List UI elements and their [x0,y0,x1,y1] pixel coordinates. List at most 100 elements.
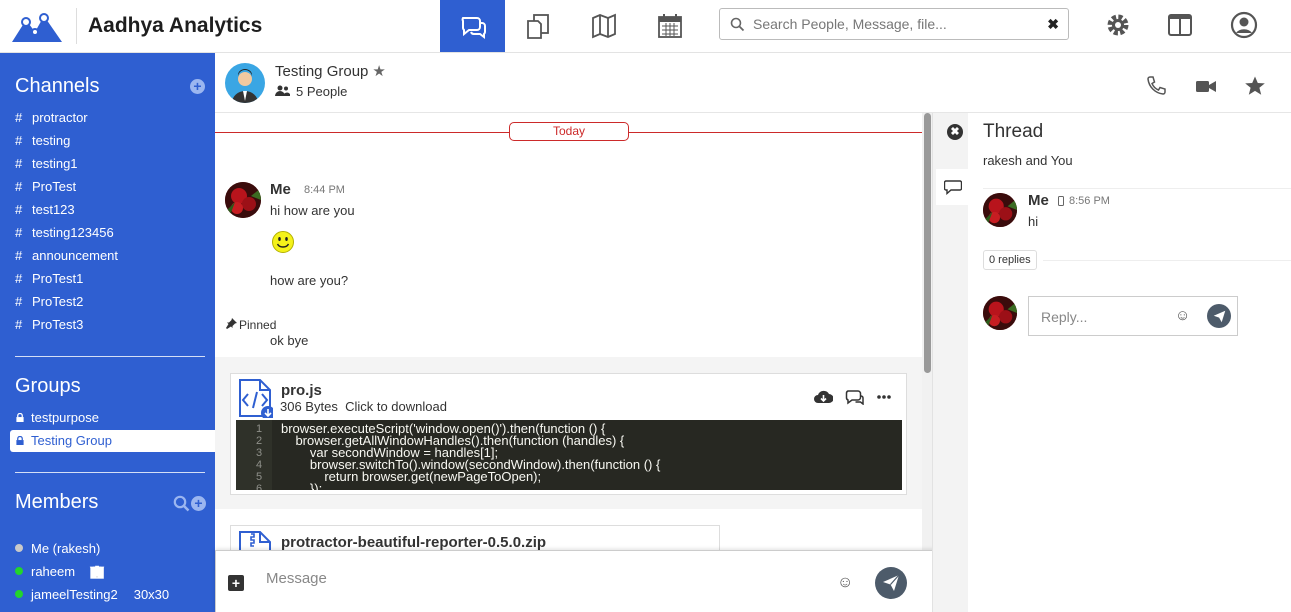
app-logo[interactable] [8,8,66,44]
channel-item[interactable]: # testing1 [15,154,78,174]
sender-avatar[interactable] [225,182,261,218]
thread-panel: Thread rakesh and You Me 8:56 PM hi 0 re… [968,113,1291,612]
search-icon [730,17,745,32]
code-file-icon [239,379,273,418]
user-profile-button[interactable] [1229,10,1259,40]
channel-label: protractor [32,110,88,125]
favorite-star-icon[interactable] [1244,75,1266,97]
emoji-icon[interactable]: ☺ [837,574,853,592]
close-panel-icon[interactable]: ✖ [947,124,963,140]
thread-sender-avatar[interactable] [983,193,1017,227]
replies-count[interactable]: 0 replies [983,250,1037,270]
file-name[interactable]: protractor-beautiful-reporter-0.5.0.zip [281,534,546,550]
hash-icon: # [15,271,23,286]
member-item[interactable]: jameelTesting2 30x30 [15,584,169,606]
channel-label: ProTest2 [32,294,84,309]
chat-bubble-icon [944,180,962,195]
reply-user-avatar [983,296,1017,330]
group-name: Testing Group ★ [275,62,386,80]
channel-label: testing [32,133,71,148]
hash-icon: # [15,133,23,148]
reply-send-button[interactable] [1207,304,1231,328]
presence-dot [15,590,23,598]
nav-files-button[interactable] [505,0,570,52]
user-icon [1230,11,1258,39]
message-list: Today Me 8:44 PM hi how are you how are … [215,113,932,550]
channel-item[interactable]: # protractor [15,108,88,128]
group-item[interactable]: testpurpose [0,407,215,429]
code-preview: 1 browser.executeScript('window.open()').… [236,420,902,490]
channel-item[interactable]: # testing123456 [15,223,114,243]
message-input[interactable] [266,567,826,589]
add-channel-icon[interactable]: + [190,79,205,94]
channel-item[interactable]: # announcement [15,246,118,266]
send-button[interactable] [875,567,907,599]
code-line-number: 4 [256,459,263,471]
presence-dot [15,544,23,552]
nav-calendar-button[interactable] [637,0,702,52]
paper-plane-icon [883,574,900,591]
nav-maps-button[interactable] [571,0,636,52]
file-card[interactable]: pro.js 306 Bytes Click to download 1 bro… [230,373,907,495]
member-item[interactable]: Me (rakesh) [15,538,100,560]
message-text: how are you? [270,273,349,288]
lock-icon [16,436,24,445]
sender-name: Me [270,181,291,198]
code-line-number: 2 [256,435,263,447]
scrollbar-thumb[interactable] [924,113,931,373]
member-item[interactable]: raheem 🏢 [15,561,105,583]
sidebar-divider [15,356,205,357]
add-member-icon[interactable]: + [191,496,206,511]
rose-avatar-image [983,193,1017,227]
thread-tab[interactable] [936,169,970,205]
thread-message-text: hi [1028,214,1039,229]
channel-item[interactable]: # ProTest3 [15,315,83,335]
hash-icon: # [15,156,23,171]
group-label: testpurpose [31,410,99,425]
code-line-number: 3 [256,447,263,459]
download-link[interactable]: Click to download [345,399,447,414]
group-item[interactable]: Testing Group [10,430,215,452]
channel-item[interactable]: # ProTest [15,177,76,197]
attach-button[interactable]: + [228,575,244,591]
channel-item[interactable]: # testing [15,131,70,151]
file-card[interactable]: protractor-beautiful-reporter-0.5.0.zip [230,525,720,550]
app-title: Aadhya Analytics [88,14,263,37]
reply-thread-icon[interactable] [845,389,864,405]
channel-label: announcement [32,248,119,263]
star-icon[interactable]: ★ [372,63,385,80]
layout-toggle-button[interactable] [1165,10,1195,40]
nav-chat-button[interactable] [440,0,505,52]
search-members-icon[interactable] [173,495,190,512]
settings-button[interactable] [1103,10,1133,40]
channel-item[interactable]: # test123 [15,200,75,220]
emoji-icon[interactable]: ☺ [1175,307,1190,324]
phone-icon[interactable] [1145,75,1167,97]
channel-label: testing123456 [32,225,114,240]
channel-item[interactable]: # ProTest1 [15,269,83,289]
code-line-number: 6 [256,483,263,490]
broken-image-placeholder: 30x30 [133,587,170,602]
thread-divider [1043,260,1291,261]
message-time: 8:44 PM [304,184,345,196]
thread-title: Thread [983,121,1044,142]
group-avatar[interactable] [225,63,265,103]
calendar-icon [657,14,682,38]
search-clear-icon[interactable]: ✖ [1047,16,1059,32]
side-panel-tabs: ✖ [932,113,970,612]
channel-label: test123 [32,202,75,217]
reply-input[interactable] [1041,307,1171,327]
message-text: hi how are you [270,203,355,218]
search-input[interactable] [753,13,1043,35]
more-options-icon[interactable] [876,389,892,405]
message-scrollbar[interactable] [922,113,932,550]
channel-item[interactable]: # ProTest2 [15,292,83,312]
rose-avatar-image [225,182,261,218]
video-call-icon[interactable] [1195,75,1217,97]
file-name[interactable]: pro.js [281,382,322,399]
cloud-download-icon[interactable] [814,389,833,405]
building-icon: 🏢 [89,564,106,579]
date-divider: Today [509,122,629,141]
people-count[interactable]: 5 People [275,84,347,99]
hash-icon: # [15,202,23,217]
